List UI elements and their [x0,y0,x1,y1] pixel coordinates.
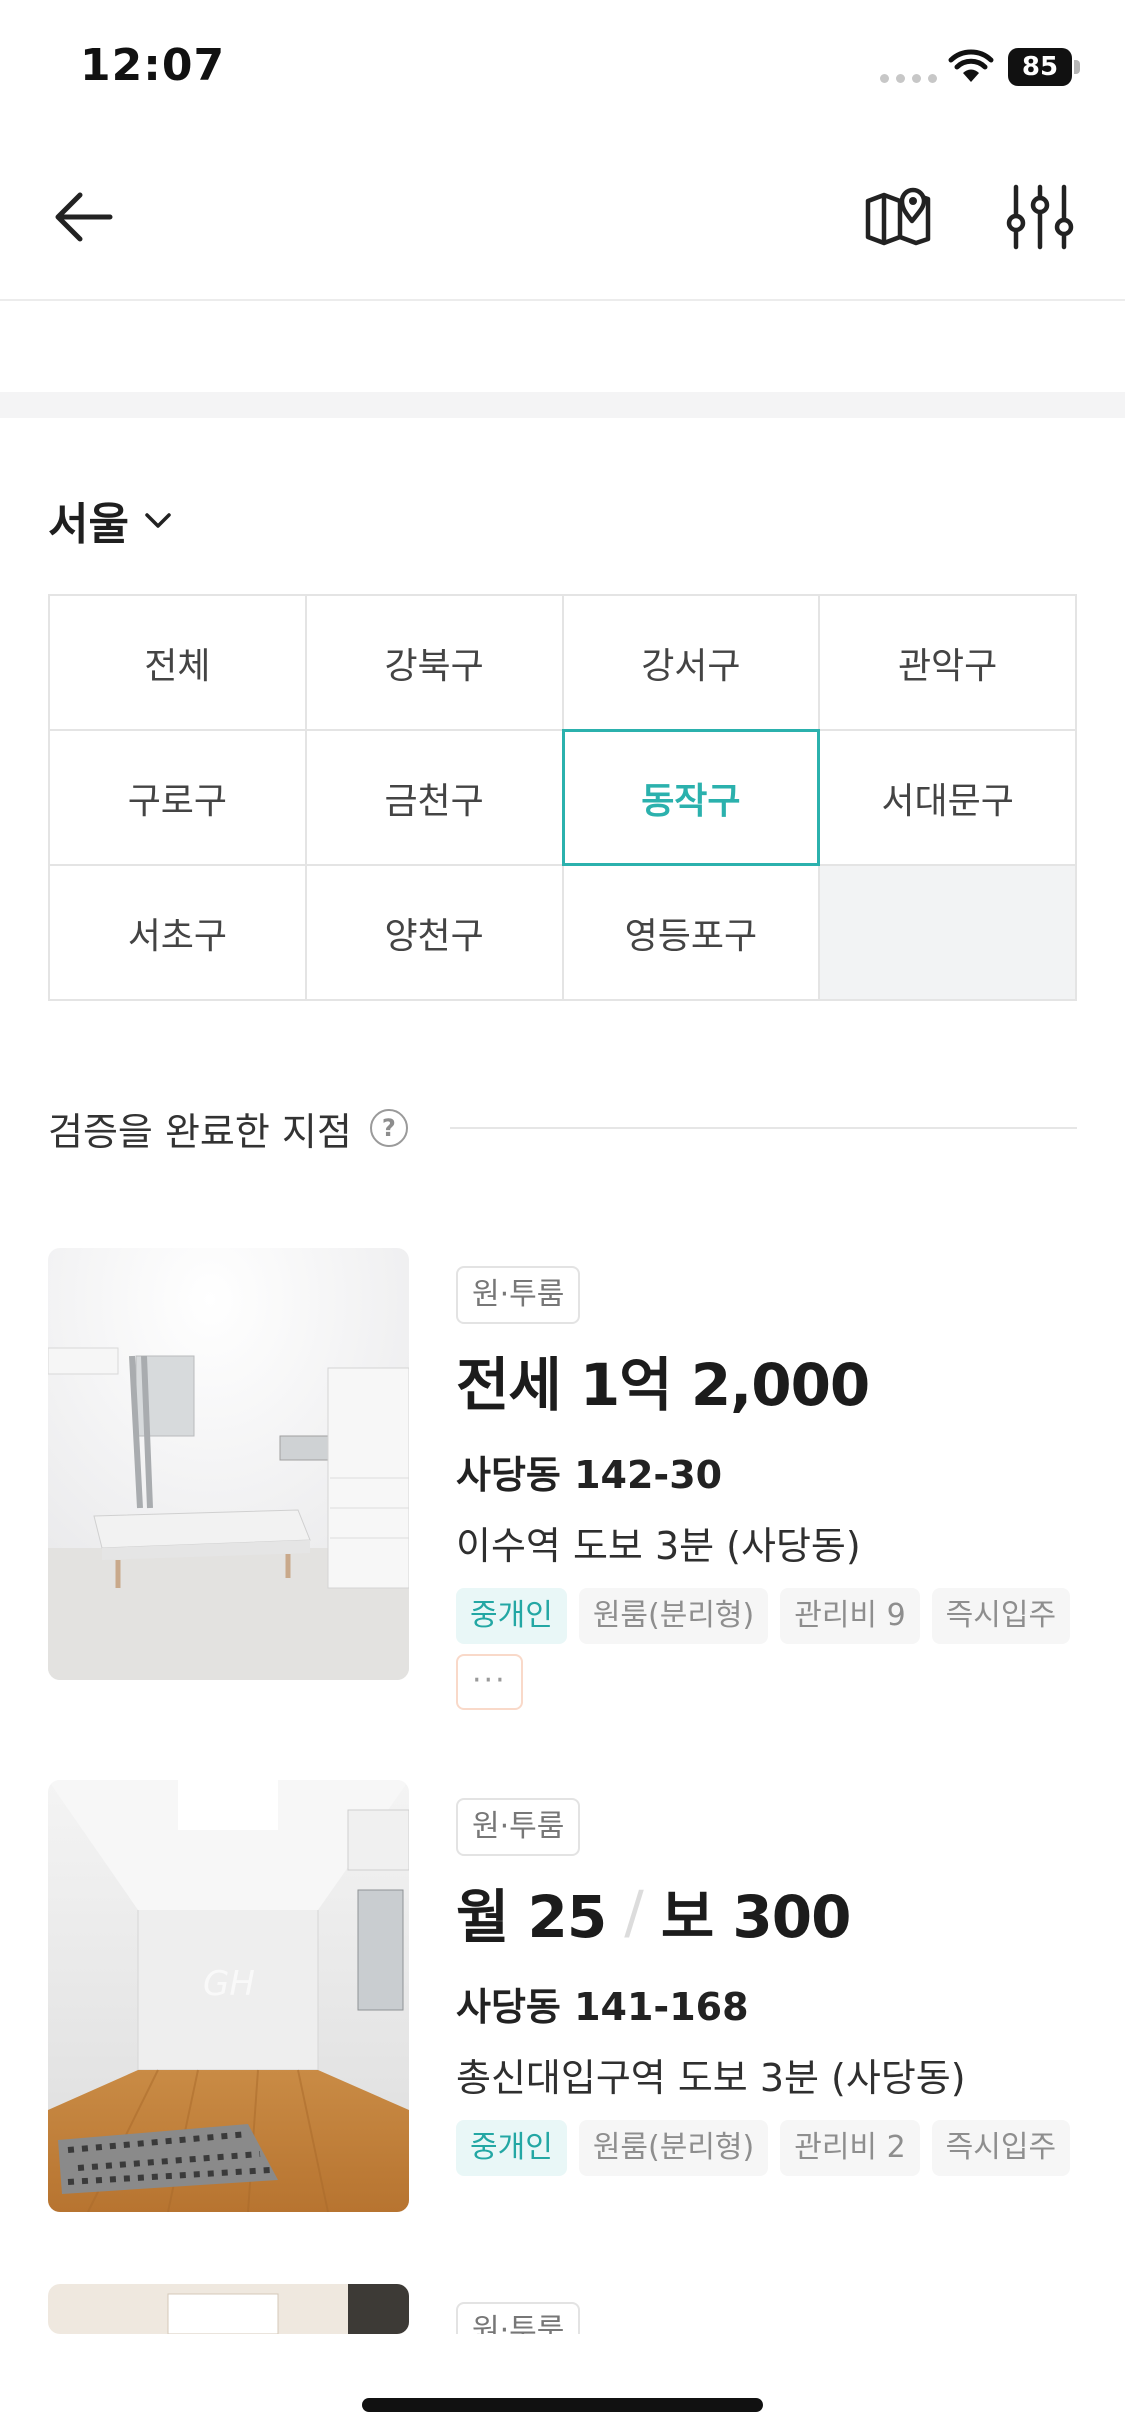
tag-maintenance-fee: 관리비 2 [780,2120,920,2176]
district-dongjak[interactable]: 동작구 [561,729,821,866]
home-indicator [362,2398,763,2412]
listing-info: 원·투룸 월 25 / 보 300 사당동 141-168 총신대입구역 도보 … [456,1780,1077,2176]
listing-price: 전세 1억 2,000 [456,1338,1077,1422]
listing-card[interactable]: GH 원·투룸 월 25 / 보 300 사당동 141-168 총신대입구역 … [48,1780,1077,2230]
more-tags-button[interactable]: ··· [456,1654,523,1710]
nav-bar [0,135,1125,301]
district-seodaemun[interactable]: 서대문구 [820,731,1077,866]
listing-info: 원·투룸 [456,2284,1077,2334]
signal-icon [880,74,937,83]
battery-level: 85 [1008,48,1072,86]
sliders-icon[interactable] [1000,177,1080,257]
region-dropdown[interactable]: 서울 [48,488,175,552]
section-divider-line [449,1127,1077,1129]
battery-icon: 85 [1008,48,1080,86]
map-pin-icon[interactable] [858,177,938,257]
room-type-badge: 원·투룸 [456,1266,581,1324]
wifi-icon [948,49,994,82]
room-photo [48,1248,409,1680]
district-empty-cell [820,866,1077,1001]
listing-price: 월 25 / 보 300 [456,1870,1077,1954]
listing-tags: 중개인 원룸(분리형) 관리비 2 즉시입주 [456,2120,1077,2176]
listing-address: 사당동 142-30 [456,1453,723,1497]
tag-room-type: 원룸(분리형) [578,1588,769,1644]
district-yeongdeungpo[interactable]: 영등포구 [563,866,821,1001]
district-yangcheon[interactable]: 양천구 [306,866,564,1001]
listing-card[interactable]: 원·투룸 전세 1억 2,000 사당동 142-30 이수역 도보 3분 (사… [48,1248,1077,1710]
status-time: 12:07 [80,40,226,91]
tag-move-in: 즉시입주 [931,2120,1071,2176]
tag-maintenance-fee: 관리비 9 [780,1588,920,1644]
district-grid: 전체 강북구 강서구 관악구 구로구 금천구 동작구 서대문구 서초구 양천구 … [48,594,1077,1001]
listing-card[interactable]: 원·투룸 [48,2284,1077,2334]
listing-address: 사당동 141-168 [456,1985,749,2029]
price-main: 전세 1억 2,000 [456,1351,870,1419]
region-name: 서울 [48,499,129,550]
chevron-down-icon [145,513,171,528]
district-geumcheon[interactable]: 금천구 [306,731,564,866]
tag-room-type: 원룸(분리형) [578,2120,769,2176]
price-deposit: 보 300 [660,1883,852,1951]
price-separator: / [624,1878,644,1946]
section-divider [0,392,1125,418]
district-gangseo[interactable]: 강서구 [563,596,821,731]
back-arrow-icon[interactable] [46,177,126,257]
district-seocho[interactable]: 서초구 [50,866,307,1001]
verified-section-header: 검증을 완료한 지점 ? [48,1098,1077,1158]
price-main: 월 25 [456,1883,607,1951]
room-photo: GH [48,1780,409,2212]
photo-watermark: GH [203,1964,255,2004]
listing-station: 총신대입구역 도보 3분 (사당동) [456,2056,966,2100]
listing-station: 이수역 도보 3분 (사당동) [456,1524,861,1568]
district-guro[interactable]: 구로구 [50,731,307,866]
district-all[interactable]: 전체 [50,596,307,731]
listing-info: 원·투룸 전세 1억 2,000 사당동 142-30 이수역 도보 3분 (사… [456,1248,1077,1710]
listing-tags: 중개인 원룸(분리형) 관리비 9 즉시입주 ··· [456,1588,1077,1710]
tag-move-in: 즉시입주 [931,1588,1071,1644]
district-gangbuk[interactable]: 강북구 [306,596,564,731]
help-icon[interactable]: ? [369,1109,408,1147]
room-type-badge: 원·투룸 [456,2302,581,2334]
section-title: 검증을 완료한 지점 [48,1109,352,1154]
room-photo [48,2284,409,2334]
room-type-badge: 원·투룸 [456,1798,581,1856]
tag-agent: 중개인 [456,2120,567,2176]
tag-agent: 중개인 [456,1588,567,1644]
district-gwanak[interactable]: 관악구 [820,596,1077,731]
status-bar: 12:07 85 [0,0,1125,135]
